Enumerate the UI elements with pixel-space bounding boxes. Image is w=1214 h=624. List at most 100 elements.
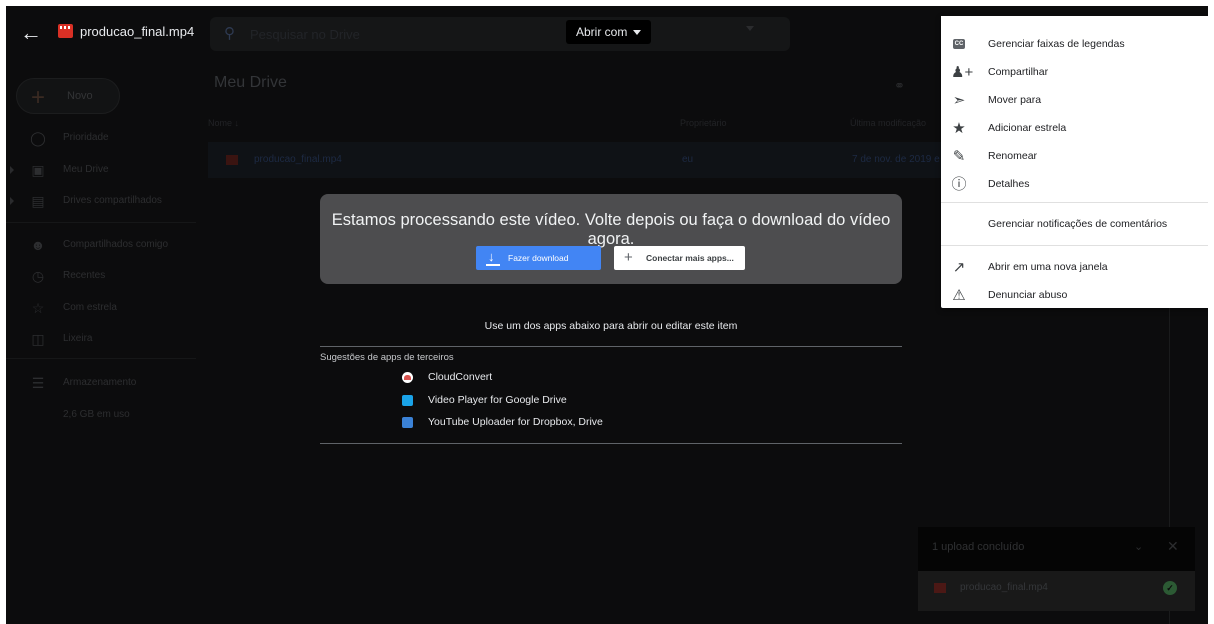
open-with-button[interactable]: Abrir com — [566, 20, 652, 44]
sidebar: + Novo ◯ Prioridade ▣ Meu Drive ▤ Drives… — [6, 64, 206, 624]
more-actions-menu: CC Gerenciar faixas de legendas ♟+ Compa… — [941, 16, 1208, 308]
divider — [320, 443, 902, 444]
download-button[interactable]: ↓ Fazer download — [476, 246, 601, 270]
add-person-icon: ♟+ — [951, 64, 974, 81]
link-icon[interactable]: ⚭ — [894, 78, 905, 94]
menu-divider — [941, 202, 1208, 203]
menu-item-manage-captions[interactable]: CC Gerenciar faixas de legendas — [941, 31, 1208, 59]
download-label: Fazer download — [508, 253, 569, 263]
pencil-icon: ✎ — [952, 148, 966, 165]
open-new-window-icon: ↗ — [952, 259, 966, 276]
sidebar-item-shared-with-me[interactable]: ☻ Compartilhados comigo — [6, 234, 206, 258]
sidebar-item-my-drive[interactable]: ▣ Meu Drive — [6, 159, 206, 183]
expand-arrow-icon[interactable] — [10, 197, 14, 205]
menu-item-details[interactable]: ⓘ Detalhes — [941, 171, 1208, 199]
file-title: producao_final.mp4 — [80, 24, 195, 39]
apps-hint: Use um dos apps abaixo para abrir ou edi… — [484, 320, 738, 332]
menu-item-label: Renomear — [988, 150, 1038, 162]
menu-item-label: Adicionar estrela — [988, 122, 1067, 134]
storage-icon: ☰ — [31, 375, 45, 391]
trash-icon: ◫ — [31, 331, 45, 347]
report-icon: ⚠ — [952, 287, 966, 304]
menu-item-label: Mover para — [988, 94, 1042, 106]
menu-item-report-abuse[interactable]: ⚠ Denunciar abuso — [941, 282, 1208, 310]
storage-usage: 2,6 GB em uso — [6, 404, 206, 428]
sidebar-item-label: Com estrela — [63, 302, 117, 313]
row-modified: 7 de nov. de 2019 e — [852, 154, 940, 165]
menu-item-share[interactable]: ♟+ Compartilhar — [941, 59, 1208, 87]
plus-icon: + — [31, 84, 46, 111]
closed-captions-icon: CC — [953, 39, 965, 49]
back-arrow-icon[interactable]: ← — [20, 21, 46, 47]
close-icon[interactable]: ✕ — [1167, 538, 1179, 555]
sidebar-divider — [6, 222, 196, 223]
sidebar-item-starred[interactable]: ☆ Com estrela — [6, 297, 206, 321]
connect-apps-button[interactable]: + Conectar mais apps... — [614, 246, 745, 270]
column-header-name[interactable]: Nome ↓ — [208, 118, 239, 128]
people-icon: ☻ — [30, 237, 46, 253]
sidebar-item-storage[interactable]: ☰ Armazenamento — [6, 372, 206, 396]
shared-drives-icon: ▤ — [31, 193, 45, 209]
open-with-label: Abrir com — [576, 25, 628, 39]
search-options-icon — [746, 26, 754, 31]
sidebar-item-label: Lixeira — [63, 333, 93, 344]
menu-item-label: Gerenciar faixas de legendas — [988, 38, 1125, 50]
sidebar-item-label: Meu Drive — [63, 164, 109, 175]
search-placeholder: Pesquisar no Drive — [250, 27, 360, 42]
menu-item-label: Compartilhar — [988, 66, 1049, 78]
app-suggestion-label: CloudConvert — [428, 371, 493, 383]
connect-apps-label: Conectar mais apps... — [646, 253, 734, 263]
uploaded-file-name: producao_final.mp4 — [960, 582, 1048, 593]
video-file-icon — [58, 24, 73, 38]
star-icon: ★ — [952, 120, 966, 137]
download-icon-base — [486, 264, 500, 266]
menu-item-label: Denunciar abuso — [988, 289, 1068, 301]
drive-icon: ▣ — [31, 162, 45, 178]
processing-message: Estamos processando este vídeo. Volte de… — [331, 211, 891, 248]
menu-item-rename[interactable]: ✎ Renomear — [941, 143, 1208, 171]
search-icon: ⚲ — [224, 25, 235, 42]
row-file-name: producao_final.mp4 — [254, 154, 342, 165]
check-circle-icon: ✓ — [1163, 581, 1177, 595]
chevron-down-icon[interactable]: ⌄ — [1134, 540, 1143, 553]
sidebar-item-priority[interactable]: ◯ Prioridade — [6, 127, 206, 151]
divider — [320, 346, 902, 347]
clock-icon: ◷ — [31, 268, 45, 284]
processing-card: Estamos processando este vídeo. Volte de… — [320, 194, 902, 284]
upload-status-panel: 1 upload concluído ⌄ ✕ producao_final.mp… — [918, 527, 1195, 611]
sidebar-item-label: Compartilhados comigo — [63, 239, 169, 250]
menu-item-move-to[interactable]: ➣ Mover para — [941, 87, 1208, 115]
new-label: Novo — [67, 90, 93, 102]
column-header-owner[interactable]: Proprietário — [680, 118, 727, 128]
info-icon: ⓘ — [951, 176, 967, 193]
column-name-label: Nome — [208, 118, 233, 128]
menu-item-open-new-window[interactable]: ↗ Abrir em uma nova janela — [941, 254, 1208, 282]
menu-divider — [941, 245, 1208, 246]
app-suggestion-label: Video Player for Google Drive — [428, 394, 567, 406]
suggestions-title: Sugestões de apps de terceiros — [320, 352, 454, 363]
sidebar-item-label: Drives compartilhados — [63, 195, 162, 206]
sidebar-divider — [6, 358, 196, 359]
menu-item-comment-notifications[interactable]: Gerenciar notificações de comentários — [941, 211, 1208, 239]
caret-down-icon — [633, 30, 642, 36]
menu-item-add-star[interactable]: ★ Adicionar estrela — [941, 115, 1208, 143]
sidebar-item-label: Prioridade — [63, 132, 109, 143]
sidebar-item-recent[interactable]: ◷ Recentes — [6, 265, 206, 289]
page-title: Meu Drive — [214, 74, 287, 91]
cloudconvert-icon — [402, 372, 413, 383]
video-preview-overlay: ← producao_final.mp4 ⚲ Pesquisar no Driv… — [6, 6, 1208, 624]
video-player-icon — [402, 395, 413, 406]
upload-panel-header: 1 upload concluído ⌄ ✕ — [918, 527, 1195, 571]
sidebar-item-trash[interactable]: ◫ Lixeira — [6, 328, 206, 352]
video-file-icon — [934, 583, 946, 593]
sidebar-item-shared-drives[interactable]: ▤ Drives compartilhados — [6, 190, 206, 214]
upload-status-text: 1 upload concluído — [932, 541, 1025, 553]
menu-item-label: Detalhes — [988, 178, 1030, 190]
check-circle-icon: ◯ — [30, 130, 46, 146]
sidebar-item-label: Armazenamento — [63, 377, 137, 388]
search-bar[interactable]: ⚲ Pesquisar no Drive — [210, 17, 790, 51]
move-folder-icon: ➣ — [952, 92, 966, 109]
new-button[interactable]: + Novo — [16, 78, 120, 114]
column-header-modified[interactable]: Última modificação — [850, 118, 926, 128]
expand-arrow-icon[interactable] — [10, 166, 14, 174]
